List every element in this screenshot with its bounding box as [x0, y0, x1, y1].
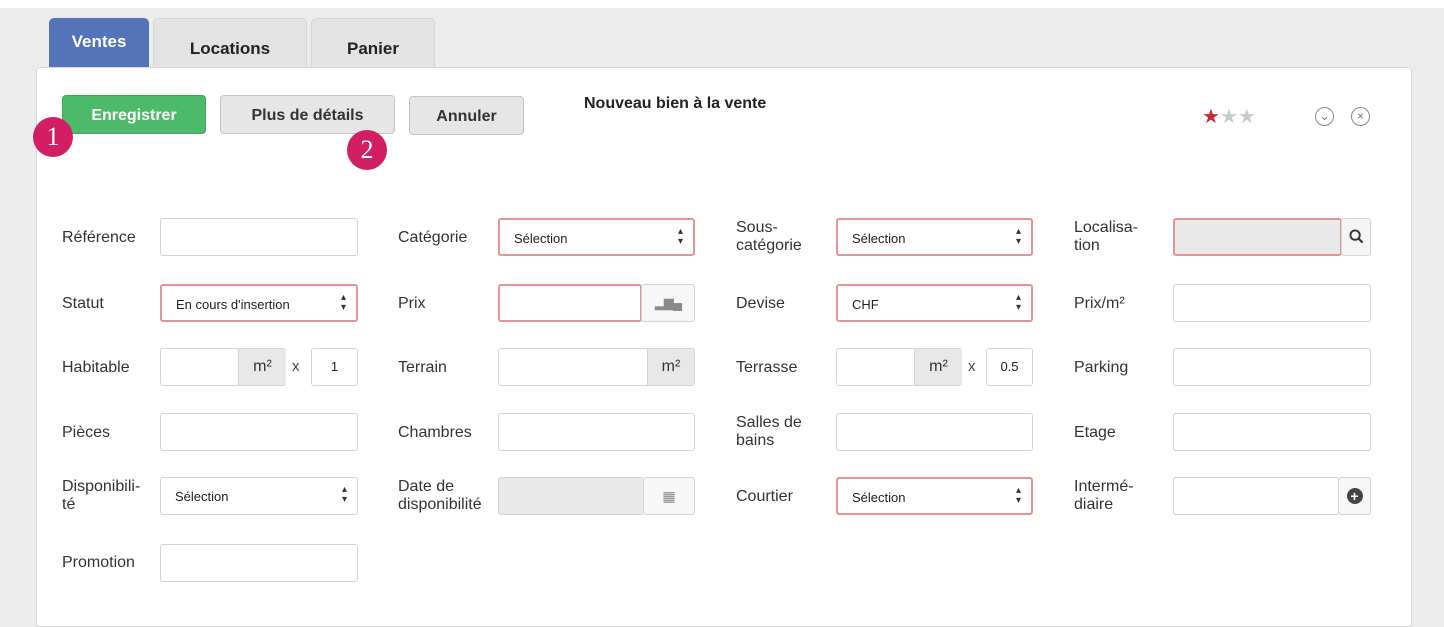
form-panel [36, 67, 1412, 627]
intermediaire-label: Intermé-diaire [1074, 478, 1134, 513]
sous-categorie-select[interactable]: Sélection ▴ ▾ [836, 218, 1033, 256]
terrasse-multiplier-input[interactable]: 0.5 [986, 348, 1033, 386]
statut-select[interactable]: En cours d'insertion ▴ ▾ [160, 284, 358, 322]
search-button[interactable] [1341, 218, 1371, 256]
prix-m2-label: Prix/m² [1074, 295, 1125, 312]
sous-categorie-label: Sous-catégorie [736, 219, 802, 254]
courtier-label: Courtier [736, 488, 793, 505]
calendar-icon: ▦ [662, 488, 676, 504]
date-disponibilite-input[interactable] [498, 477, 644, 515]
salles-de-bains-input[interactable] [836, 413, 1033, 451]
prix-m2-input[interactable] [1173, 284, 1371, 322]
devise-label: Devise [736, 295, 785, 312]
tab-ventes[interactable]: Ventes [49, 18, 149, 68]
tab-panier[interactable]: Panier [311, 18, 435, 68]
select-arrows-icon: ▴ ▾ [340, 292, 346, 313]
chambres-label: Chambres [398, 424, 472, 441]
save-button[interactable]: Enregistrer [62, 95, 206, 134]
prix-label: Prix [398, 295, 426, 312]
select-arrows-icon: ▴ ▾ [677, 226, 683, 247]
courtier-select[interactable]: Sélection ▴ ▾ [836, 477, 1033, 515]
habitable-unit: m² [238, 349, 286, 385]
cancel-button[interactable]: Annuler [409, 96, 524, 135]
callout-marker-1: 1 [33, 117, 73, 157]
terrasse-label: Terrasse [736, 359, 798, 376]
reference-input[interactable] [160, 218, 358, 256]
habitable-multiplier-input[interactable]: 1 [311, 348, 358, 386]
categorie-select[interactable]: Sélection ▴ ▾ [498, 218, 695, 256]
search-icon [1348, 229, 1363, 244]
chambres-input[interactable] [498, 413, 695, 451]
select-arrows-icon: ▴ ▾ [1015, 485, 1021, 506]
select-arrows-icon: ▴ ▾ [341, 484, 347, 505]
chevron-down-circle-icon[interactable]: ⌄ [1315, 107, 1334, 126]
form-title: Nouveau bien à la vente [584, 95, 767, 112]
disponibilite-label: Disponibili-té [62, 478, 141, 513]
localisation-input[interactable] [1173, 218, 1342, 256]
star-filled-icon[interactable]: ★ [1202, 106, 1220, 128]
etage-input[interactable] [1173, 413, 1371, 451]
more-details-button[interactable]: Plus de détails [220, 95, 395, 134]
date-disponibilite-label: Date de disponibilité [398, 478, 482, 513]
pieces-input[interactable] [160, 413, 358, 451]
habitable-input[interactable]: m² [160, 348, 286, 386]
rating-stars[interactable]: ★★★ [1202, 104, 1256, 129]
salles-de-bains-label: Salles de bains [736, 414, 802, 449]
reference-label: Référence [62, 229, 136, 246]
habitable-multiplier-sign: x [292, 358, 300, 375]
add-intermediaire-button[interactable]: + [1338, 477, 1371, 515]
habitable-label: Habitable [62, 359, 130, 376]
pieces-label: Pièces [62, 424, 111, 441]
prix-input[interactable] [498, 284, 642, 322]
terrasse-multiplier-sign: x [968, 358, 976, 375]
close-circle-icon[interactable]: × [1351, 107, 1370, 126]
parking-input[interactable] [1173, 348, 1371, 386]
date-picker-button[interactable]: ▦ [643, 477, 695, 515]
terrasse-unit: m² [914, 349, 962, 385]
plus-circle-icon: + [1346, 488, 1363, 504]
tab-locations[interactable]: Locations [153, 18, 307, 68]
terrasse-input[interactable]: m² [836, 348, 962, 386]
terrain-label: Terrain [398, 359, 447, 376]
select-arrows-icon: ▴ ▾ [1015, 292, 1021, 313]
courtier-value: Sélection [852, 490, 906, 505]
disponibilite-select[interactable]: Sélection ▴ ▾ [160, 477, 358, 515]
select-arrows-icon: ▴ ▾ [1015, 226, 1021, 247]
devise-value: CHF [852, 297, 879, 312]
disponibilite-value: Sélection [175, 489, 229, 504]
categorie-value: Sélection [514, 231, 568, 246]
etage-label: Etage [1074, 424, 1116, 441]
sous-categorie-value: Sélection [852, 231, 906, 246]
statut-label: Statut [62, 295, 104, 312]
price-stats-button[interactable]: ▂▆▄ [641, 284, 695, 322]
localisation-label: Localisa-tion [1074, 219, 1139, 254]
callout-marker-2: 2 [347, 130, 387, 170]
star-empty-icon[interactable]: ★ [1220, 106, 1238, 128]
intermediaire-input[interactable] [1173, 477, 1339, 515]
star-empty-icon[interactable]: ★ [1238, 106, 1256, 128]
promotion-input[interactable] [160, 544, 358, 582]
bar-chart-icon: ▂▆▄ [654, 295, 682, 310]
promotion-label: Promotion [62, 554, 135, 571]
devise-select[interactable]: CHF ▴ ▾ [836, 284, 1033, 322]
statut-value: En cours d'insertion [176, 297, 290, 312]
terrain-unit: m² [647, 349, 694, 385]
categorie-label: Catégorie [398, 229, 468, 246]
top-strip [0, 0, 1444, 8]
terrain-input[interactable]: m² [498, 348, 695, 386]
parking-label: Parking [1074, 359, 1129, 376]
